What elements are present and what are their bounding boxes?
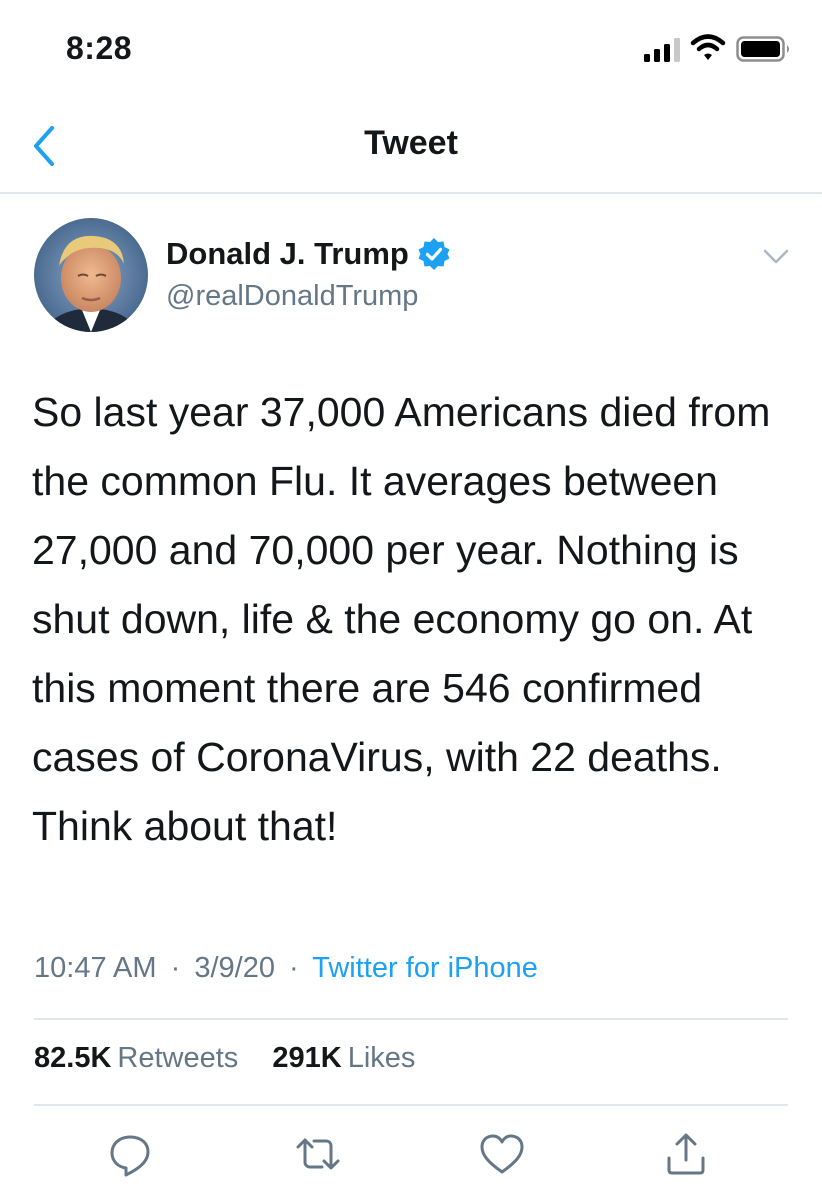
likes-label: Likes [347, 1042, 416, 1074]
verified-badge-icon [418, 238, 450, 270]
chevron-down-icon [763, 249, 789, 264]
divider [34, 1104, 788, 1106]
divider [34, 1018, 788, 1020]
share-icon [667, 1133, 705, 1175]
user-handle[interactable]: @realDonaldTrump [166, 280, 418, 313]
retweets-count: 82.5K [34, 1042, 112, 1074]
retweet-icon [296, 1138, 340, 1170]
engagement-stats: 82.5K Retweets 291K Likes [34, 1042, 415, 1075]
tweet-source-link[interactable]: Twitter for iPhone [312, 952, 538, 984]
tweet-date: 3/9/20 [194, 952, 275, 984]
status-bar: 8:28 [0, 0, 822, 100]
display-name[interactable]: Donald J. Trump [166, 236, 409, 272]
status-time: 8:28 [66, 30, 133, 66]
reply-icon [110, 1135, 150, 1177]
retweets-label: Retweets [117, 1042, 239, 1074]
more-options-button[interactable] [760, 244, 792, 268]
author-name-row[interactable]: Donald J. Trump [166, 236, 451, 272]
like-button[interactable] [478, 1130, 526, 1178]
retweets-stat[interactable]: 82.5K Retweets [34, 1042, 246, 1074]
likes-count: 291K [272, 1042, 342, 1074]
page-title: Tweet [364, 124, 458, 162]
avatar[interactable] [34, 218, 148, 332]
retweet-button[interactable] [294, 1130, 342, 1178]
avatar-image [34, 218, 148, 332]
share-button[interactable] [662, 1130, 710, 1178]
signal-icon [644, 38, 680, 62]
reply-button[interactable] [106, 1130, 154, 1178]
heart-icon [480, 1134, 524, 1174]
tweet-text: So last year 37,000 Americans died from … [32, 389, 771, 849]
meta-separator: · [289, 952, 299, 984]
wifi-icon [690, 34, 726, 60]
likes-stat[interactable]: 291K Likes [272, 1042, 415, 1074]
tweet-meta: 10:47 AM · 3/9/20 · Twitter for iPhone [34, 952, 538, 985]
battery-icon [736, 36, 789, 62]
nav-bar: Tweet [0, 100, 822, 194]
meta-separator: · [170, 952, 181, 984]
tweet-time: 10:47 AM [34, 952, 157, 984]
